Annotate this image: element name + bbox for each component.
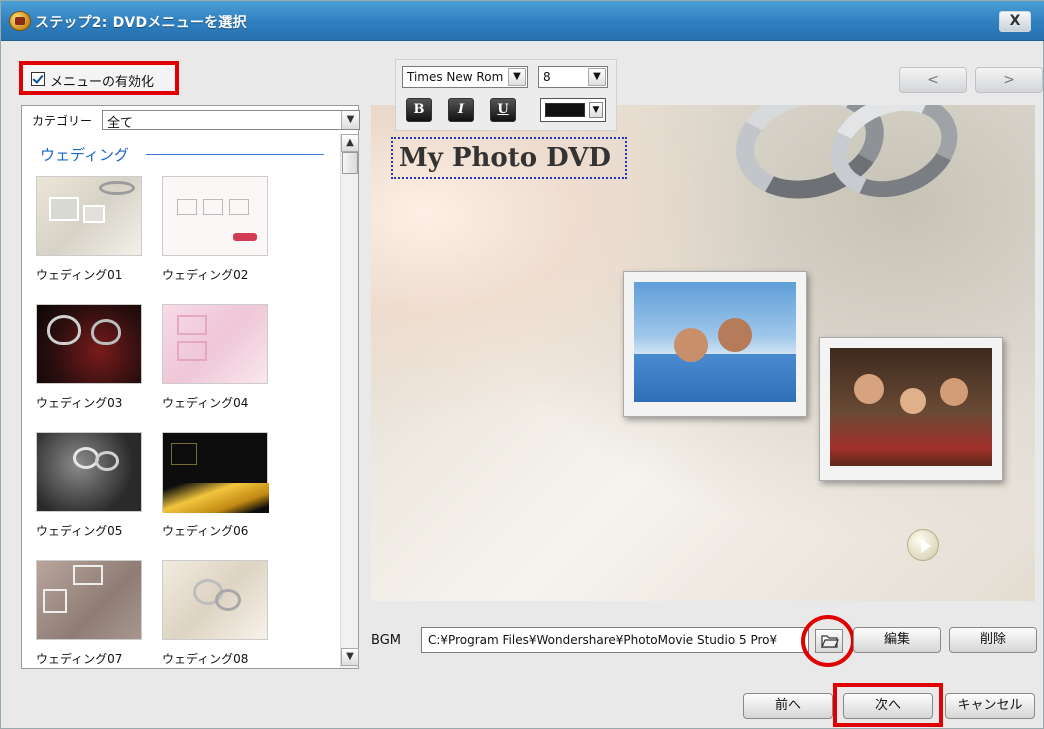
menu-title-text[interactable]: My Photo DVD	[391, 137, 627, 179]
font-size-select[interactable]: 8 ▼	[538, 66, 608, 88]
preview-prev-button[interactable]: <	[899, 67, 967, 93]
photo-frame	[623, 271, 807, 417]
template-item[interactable]: ウェディング04	[162, 304, 282, 424]
scroll-down-icon[interactable]: ▼	[341, 648, 359, 666]
template-name: ウェディング02	[162, 268, 249, 282]
photo-frame	[819, 337, 1003, 481]
category-label: カテゴリー	[32, 114, 93, 128]
template-name: ウェディング05	[36, 524, 123, 538]
color-swatch	[545, 103, 585, 117]
delete-button[interactable]: 削除	[949, 627, 1037, 653]
template-thumbnail[interactable]	[36, 176, 142, 256]
menu-preview[interactable]	[371, 105, 1035, 601]
template-name: ウェディング06	[162, 524, 249, 538]
play-icon[interactable]	[907, 529, 939, 561]
enable-menu-option[interactable]: メニューの有効化	[19, 61, 179, 95]
text-format-toolbar: Times New Rom ▼ 8 ▼ B I U ▼	[395, 59, 617, 131]
group-divider	[146, 154, 324, 155]
template-item[interactable]: ウェディング07	[36, 560, 156, 668]
template-thumbnail[interactable]	[36, 560, 142, 640]
scroll-up-icon[interactable]: ▲	[341, 134, 359, 152]
bold-button[interactable]: B	[406, 98, 432, 122]
template-item[interactable]: ウェディング05	[36, 432, 156, 552]
bgm-path-field[interactable]: C:¥Program Files¥Wondershare¥PhotoMovie …	[421, 627, 809, 653]
template-name: ウェディング03	[36, 396, 123, 410]
title-bar: ステップ2: DVDメニューを選択 X	[1, 1, 1044, 41]
chevron-down-icon[interactable]: ▼	[588, 68, 606, 86]
window-title: ステップ2: DVDメニューを選択	[35, 15, 247, 31]
template-thumbnail[interactable]	[162, 304, 268, 384]
bgm-path-value: C:¥Program Files¥Wondershare¥PhotoMovie …	[428, 633, 778, 647]
bgm-label: BGM	[371, 633, 401, 648]
font-value: Times New Rom	[407, 70, 504, 84]
underline-button[interactable]: U	[490, 98, 516, 122]
edit-button[interactable]: 編集	[853, 627, 941, 653]
app-icon	[9, 11, 31, 31]
template-thumbnail[interactable]	[36, 432, 142, 512]
italic-button[interactable]: I	[448, 98, 474, 122]
template-item[interactable]: ウェディング02	[162, 176, 282, 296]
dvd-menu-dialog: ステップ2: DVDメニューを選択 X メニューの有効化 < > カテゴリー 全…	[0, 0, 1044, 729]
cancel-button[interactable]: キャンセル	[945, 693, 1035, 719]
preview-next-button[interactable]: >	[975, 67, 1043, 93]
back-button[interactable]: 前へ	[743, 693, 833, 719]
template-item[interactable]: ウェディング01	[36, 176, 156, 296]
font-select[interactable]: Times New Rom ▼	[402, 66, 528, 88]
group-heading: ウェディング	[40, 146, 129, 164]
template-item[interactable]: ウェディング06	[162, 432, 282, 552]
template-thumbnail[interactable]	[162, 560, 268, 640]
enable-menu-label: メニューの有効化	[50, 75, 155, 90]
close-button[interactable]: X	[999, 11, 1031, 32]
template-name: ウェディング07	[36, 652, 123, 666]
template-panel: カテゴリー 全て ▼ ウェディング ウェディング01 ウェディング02 ウェディ…	[21, 105, 360, 669]
template-name: ウェディング01	[36, 268, 123, 282]
template-thumbnail[interactable]	[162, 176, 268, 256]
chevron-down-icon[interactable]: ▼	[508, 68, 526, 86]
template-scrollbar[interactable]: ▲ ▼	[340, 134, 359, 668]
scroll-thumb[interactable]	[342, 152, 358, 174]
template-item[interactable]: ウェディング08	[162, 560, 282, 668]
next-highlight-box	[833, 683, 943, 727]
chevron-down-icon[interactable]: ▼	[589, 102, 603, 118]
text-color-picker[interactable]: ▼	[540, 98, 606, 122]
template-item[interactable]: ウェディング03	[36, 304, 156, 424]
template-thumbnail[interactable]	[36, 304, 142, 384]
category-select[interactable]: 全て ▼	[102, 110, 360, 131]
chevron-down-icon[interactable]: ▼	[341, 111, 359, 129]
enable-menu-checkbox[interactable]	[31, 72, 45, 86]
template-list: ウェディング ウェディング01 ウェディング02 ウェディング03 ウェディング…	[22, 134, 340, 668]
category-value: 全て	[107, 116, 134, 131]
font-size-value: 8	[543, 70, 551, 84]
template-name: ウェディング08	[162, 652, 249, 666]
template-thumbnail[interactable]	[162, 432, 269, 513]
browse-highlight-circle	[801, 615, 855, 667]
template-name: ウェディング04	[162, 396, 249, 410]
